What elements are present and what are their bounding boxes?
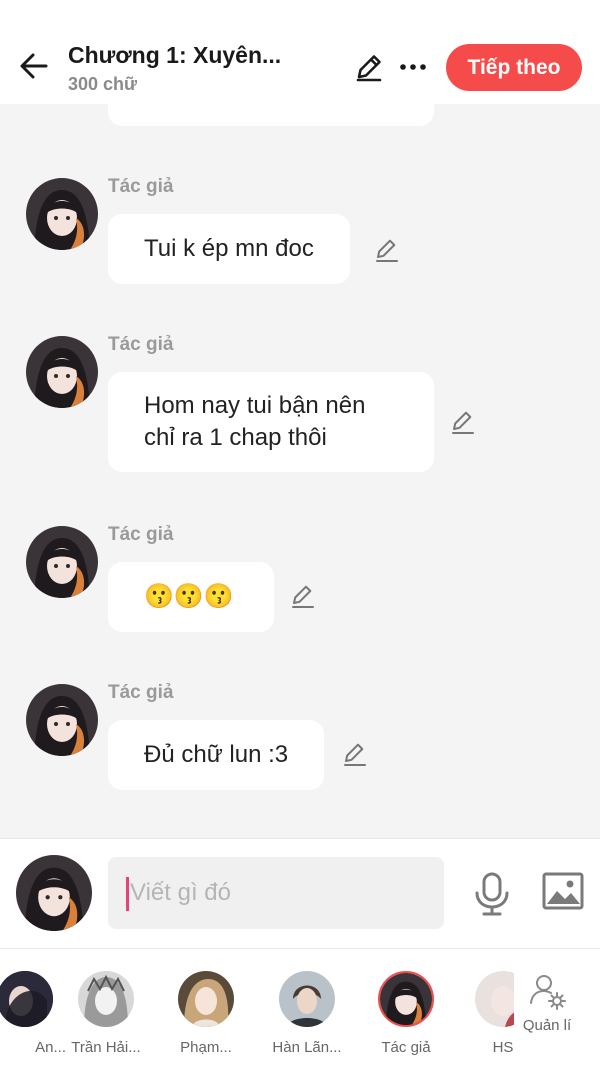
avatar-image: [178, 971, 234, 1027]
manage-characters-button[interactable]: Quản lí: [514, 971, 580, 1034]
author-name: Tác giả: [108, 334, 174, 355]
message-bubble-partial[interactable]: [108, 104, 434, 126]
next-chapter-button[interactable]: Tiếp theo: [446, 44, 582, 91]
pencil-icon: [376, 239, 398, 262]
author-avatar[interactable]: [26, 526, 98, 598]
character-item[interactable]: An...: [0, 971, 70, 1056]
character-item-selected[interactable]: Tác giả: [361, 971, 451, 1056]
character-avatar: [378, 971, 434, 1027]
character-picker: An... Trần Hải... Phạm... Hàn Lãn... Tác…: [0, 948, 600, 1067]
message-bubble[interactable]: 😗😗😗: [108, 562, 274, 632]
character-name: HS: [492, 1039, 514, 1056]
voice-input-button[interactable]: [472, 871, 512, 917]
avatar-image: [0, 971, 53, 1027]
pencil-icon: [356, 55, 382, 82]
manage-label: Quản lí: [522, 1017, 572, 1034]
author-name: Tác giả: [108, 524, 174, 545]
message-bubble[interactable]: Đủ chữ lun :3: [108, 720, 325, 790]
text-caret: [126, 877, 129, 911]
character-item[interactable]: Trần Hải...: [61, 971, 151, 1056]
image-icon: [542, 872, 584, 910]
edit-message-button[interactable]: [341, 740, 369, 768]
author-name: Tác giả: [108, 682, 174, 703]
avatar-image: [16, 855, 92, 931]
current-character-avatar[interactable]: [16, 855, 92, 931]
edit-message-button[interactable]: [449, 408, 477, 436]
author-name: Tác giả: [108, 176, 174, 197]
avatar-image: [279, 971, 335, 1027]
pencil-icon: [344, 743, 366, 766]
character-name: Phạm...: [180, 1039, 232, 1056]
chapter-title: Chương 1: Xuyên...: [68, 42, 282, 68]
avatar-image: [78, 971, 134, 1027]
author-avatar[interactable]: [26, 336, 98, 408]
author-avatar[interactable]: [26, 684, 98, 756]
avatar-image: [26, 684, 98, 756]
back-button[interactable]: [16, 48, 52, 84]
more-options-button[interactable]: [396, 52, 430, 82]
avatar-image: [26, 178, 98, 250]
header: Chương 1: Xuyên... 300 chữ Tiếp theo: [0, 0, 600, 104]
character-name: An...: [35, 1039, 66, 1056]
character-name: Tác giả: [381, 1039, 431, 1056]
character-avatar: [178, 971, 234, 1027]
message-bubble[interactable]: Tui k ép mn đoc: [108, 214, 350, 284]
message-input[interactable]: [108, 857, 444, 929]
edit-message-button[interactable]: [289, 582, 317, 610]
character-item[interactable]: Hàn Lãn...: [262, 971, 352, 1056]
pencil-icon: [452, 411, 474, 434]
character-avatar: [279, 971, 335, 1027]
character-avatar: [0, 971, 53, 1027]
character-item[interactable]: Phạm...: [161, 971, 251, 1056]
avatar-image: [26, 526, 98, 598]
message-composer: [0, 838, 600, 948]
avatar-image: [26, 336, 98, 408]
character-name: Trần Hải...: [71, 1039, 141, 1056]
pencil-icon: [292, 585, 314, 608]
more-horizontal-icon: [400, 64, 426, 70]
message-bubble[interactable]: Hom nay tui bận nên chỉ ra 1 chap thôi: [108, 372, 434, 472]
edit-chapter-button[interactable]: [352, 50, 386, 84]
character-avatar: [78, 971, 134, 1027]
insert-image-button[interactable]: [542, 871, 584, 911]
word-count: 300 chữ: [68, 74, 138, 94]
arrow-left-icon: [20, 53, 48, 79]
microphone-icon: [475, 872, 509, 916]
avatar-image: [380, 973, 432, 1025]
author-avatar[interactable]: [26, 178, 98, 250]
edit-message-button[interactable]: [373, 236, 401, 264]
user-settings-icon: [530, 975, 566, 1010]
character-name: Hàn Lãn...: [272, 1039, 342, 1056]
chat-area[interactable]: Tác giả Tui k ép mn đoc Tác giả Hom nay …: [0, 104, 600, 838]
